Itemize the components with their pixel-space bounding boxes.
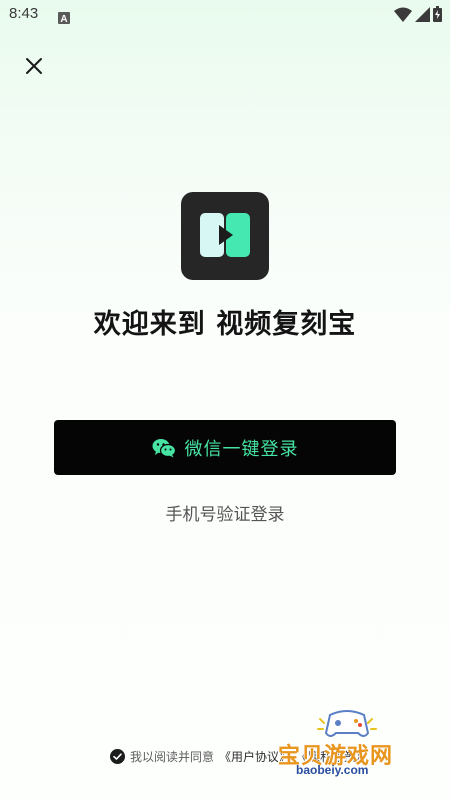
phone-login-link[interactable]: 手机号验证登录: [0, 500, 450, 525]
signal-icon: [415, 6, 430, 22]
close-icon: [26, 58, 42, 74]
battery-icon: [433, 6, 442, 22]
checked-circle-icon[interactable]: [110, 748, 125, 764]
notification-letter: A: [60, 14, 67, 24]
app-logo: [181, 192, 269, 280]
wechat-login-label: 微信一键登录: [184, 438, 299, 460]
welcome-title: 欢迎来到 视频复刻宝: [93, 309, 357, 340]
watermark-url: baobeiy.com: [296, 763, 369, 777]
wechat-icon: [152, 438, 176, 457]
agreement-prefix: 我以阅读并同意: [130, 749, 215, 764]
close-button[interactable]: [18, 50, 50, 82]
status-bar: 8:43 A: [0, 0, 450, 30]
wechat-login-button[interactable]: 微信一键登录: [54, 420, 396, 475]
notification-icon: A: [58, 9, 70, 28]
watermark: 宝贝游戏网 baobeiy.com: [272, 705, 422, 783]
wifi-icon: [394, 7, 412, 22]
status-time: 8:43: [9, 5, 39, 22]
status-icons: [394, 6, 442, 22]
